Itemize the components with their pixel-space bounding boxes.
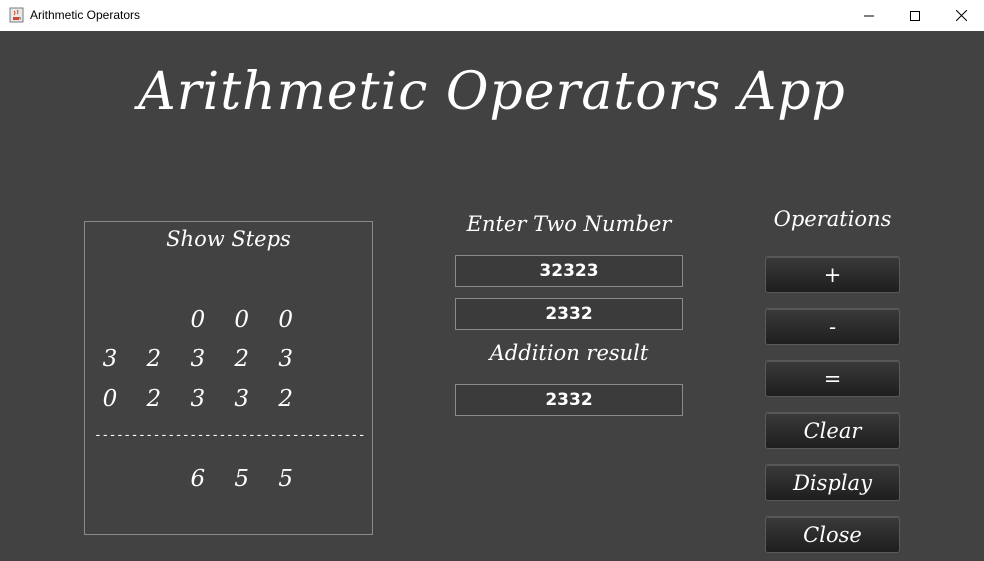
minimize-icon xyxy=(864,15,874,16)
display-button[interactable]: Display xyxy=(765,464,900,501)
separator-line: ------------------------------------- xyxy=(94,428,366,443)
maximize-icon xyxy=(910,10,920,21)
steps-title: Show Steps xyxy=(166,227,291,251)
carry-row: 0 0 0 xyxy=(190,307,304,333)
equals-button[interactable]: = xyxy=(765,360,900,397)
java-cup-icon xyxy=(9,7,24,23)
second-number-input[interactable] xyxy=(455,298,683,330)
window-title: Arithmetic Operators xyxy=(30,8,141,22)
window-titlebar: Arithmetic Operators xyxy=(0,0,984,31)
first-number-row: 3 2 3 2 3 xyxy=(102,346,304,372)
minimize-button[interactable] xyxy=(846,0,892,31)
steps-panel: Show Steps 0 0 0 3 2 3 2 3 0 2 3 3 2 ---… xyxy=(84,221,373,535)
operations-label: Operations xyxy=(773,207,892,231)
close-window-button[interactable] xyxy=(938,0,984,31)
second-number-row: 0 2 3 3 2 xyxy=(102,386,304,412)
result-row: 6 5 5 xyxy=(190,466,304,492)
app-title: Arithmetic Operators App xyxy=(138,62,846,122)
result-field[interactable] xyxy=(455,384,683,416)
enter-numbers-label: Enter Two Number xyxy=(466,212,672,236)
result-label: Addition result xyxy=(489,341,649,365)
close-button[interactable]: Close xyxy=(765,516,900,553)
maximize-button[interactable] xyxy=(892,0,938,31)
subtract-button[interactable]: - xyxy=(765,308,900,345)
add-button[interactable]: + xyxy=(765,256,900,293)
close-icon xyxy=(955,10,967,21)
first-number-input[interactable] xyxy=(455,255,683,287)
clear-button[interactable]: Clear xyxy=(765,412,900,449)
